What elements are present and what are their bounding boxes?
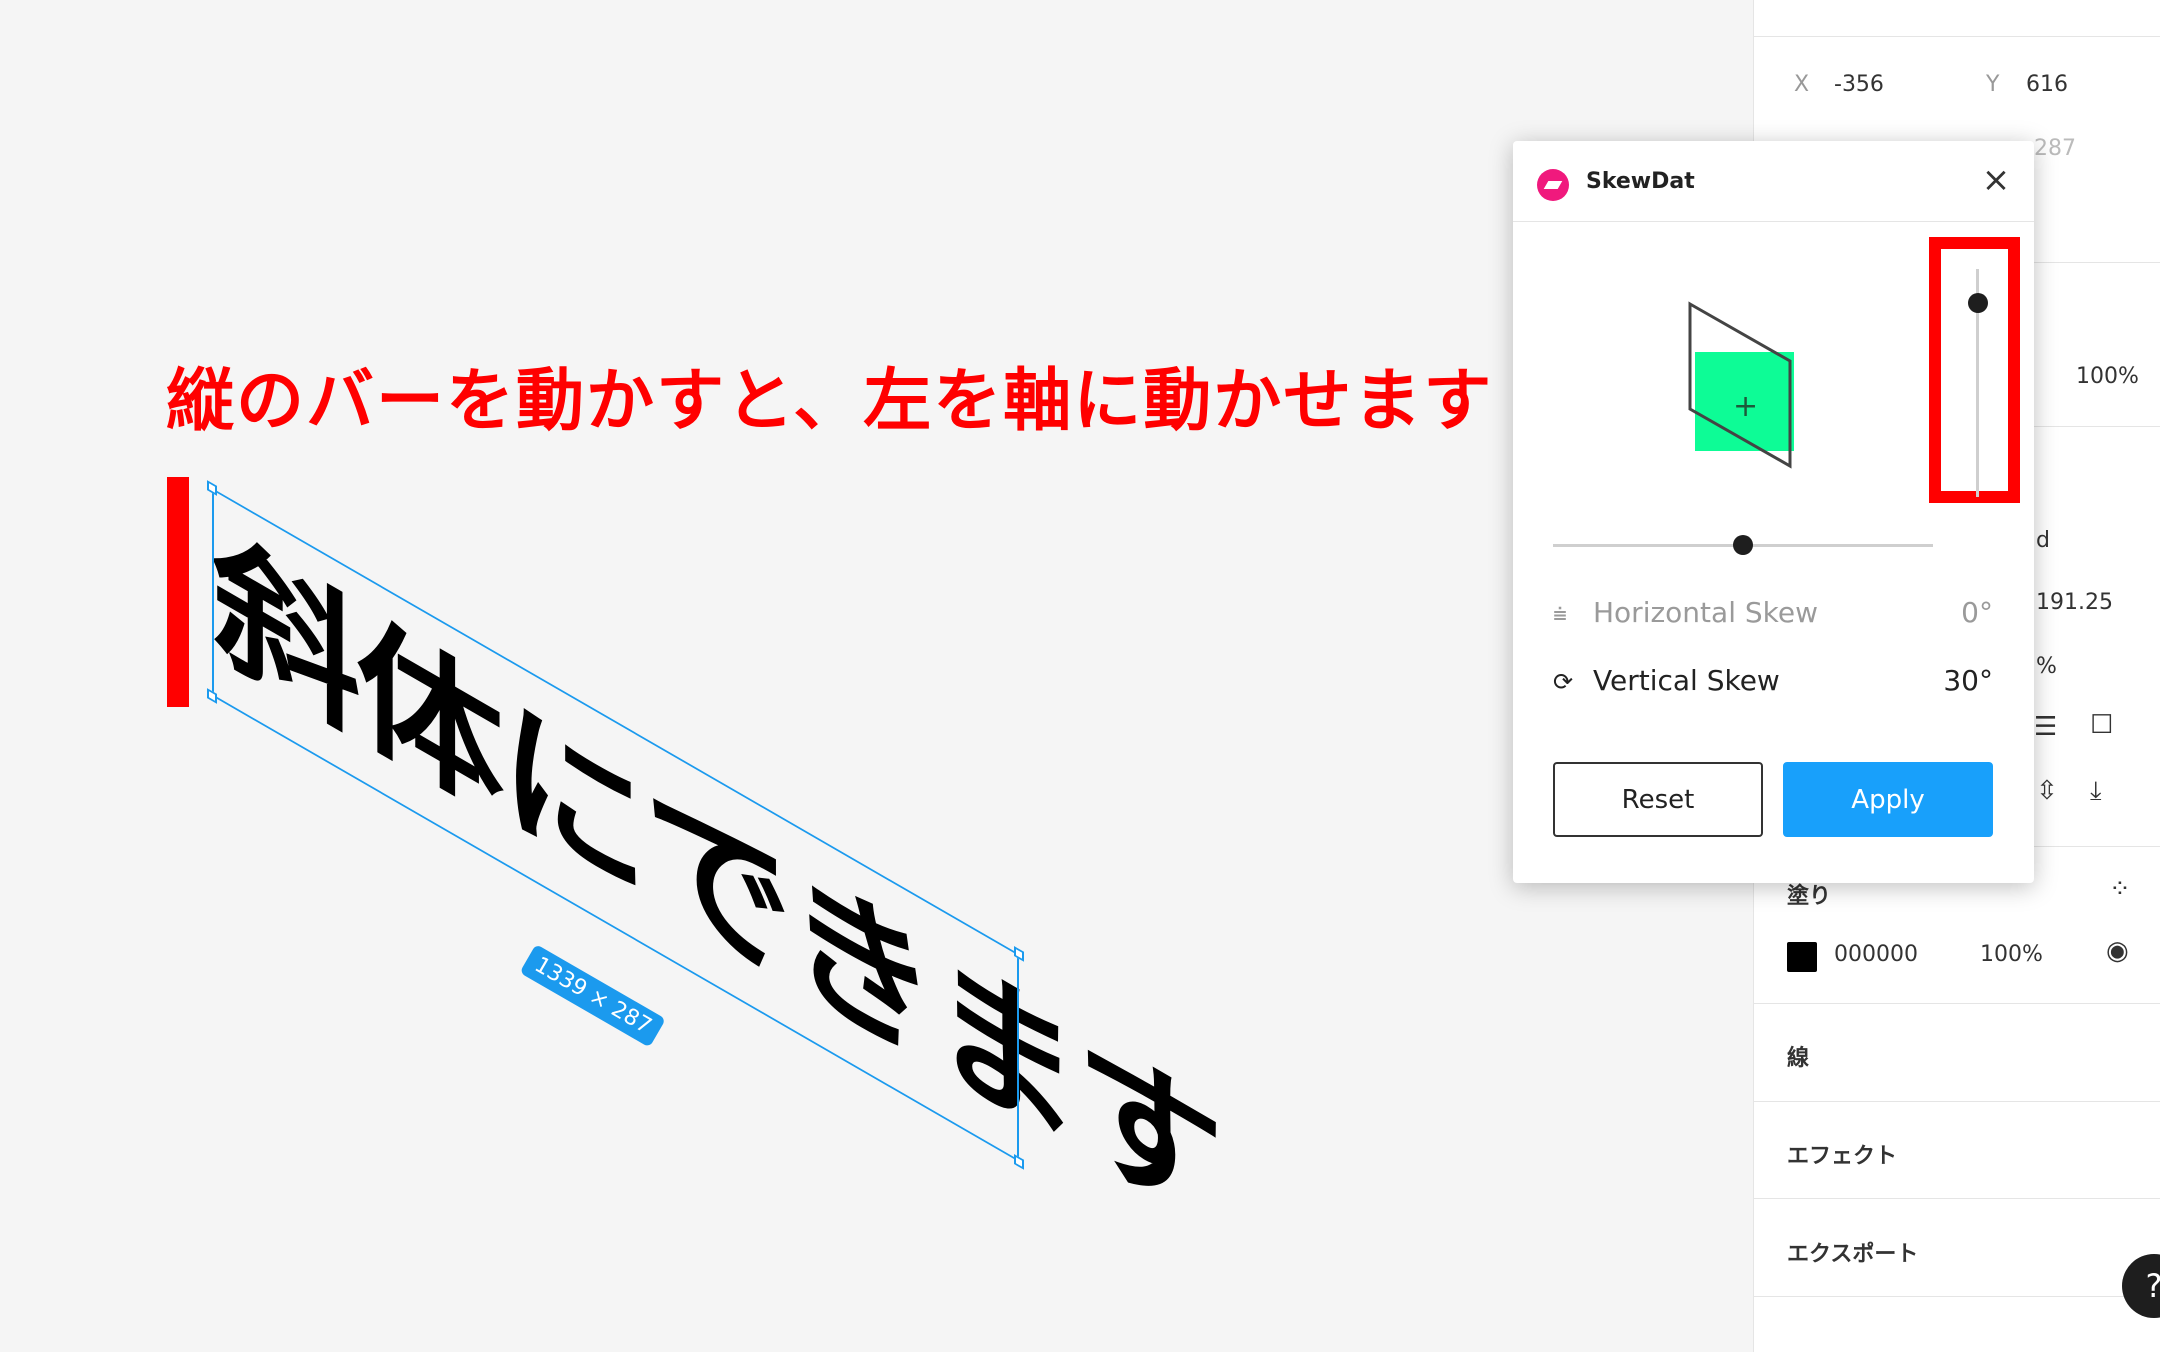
- annotation-text: 縦のバーを動かすと、左を軸に動かせます: [166, 362, 1494, 441]
- vertical-skew-icon: ⟳: [1553, 668, 1574, 696]
- resize-handle-top-left[interactable]: [207, 480, 217, 496]
- apply-button[interactable]: Apply: [1783, 762, 1993, 837]
- effects-section-title: エフェクト: [1787, 1144, 1898, 1169]
- style-grid-icon[interactable]: ⁘: [2109, 874, 2131, 904]
- dialog-title: SkewDat: [1586, 169, 1695, 194]
- text-align-icon[interactable]: ☰: [2034, 712, 2057, 742]
- height-value-partial[interactable]: 287: [2034, 136, 2076, 161]
- frame-icon[interactable]: ☐: [2090, 710, 2113, 740]
- panel-divider: [1754, 1003, 2160, 1004]
- line-height-partial[interactable]: 191.25: [2036, 590, 2113, 615]
- fill-color-swatch[interactable]: [1787, 942, 1817, 972]
- resize-handle-bottom-right[interactable]: [1014, 1154, 1024, 1170]
- skewdat-logo-icon: [1537, 169, 1569, 201]
- skew-outline: [1688, 301, 1792, 469]
- vertical-skew-slider-highlight: [1929, 237, 2020, 503]
- reset-button[interactable]: Reset: [1553, 762, 1763, 837]
- y-label: Y: [1986, 72, 2000, 97]
- panel-divider: [1754, 36, 2160, 37]
- horizontal-skew-label: Horizontal Skew: [1593, 596, 1818, 629]
- fill-hex-value[interactable]: 000000: [1834, 942, 1918, 967]
- layer-opacity[interactable]: 100%: [2076, 364, 2139, 389]
- x-label: X: [1794, 72, 1810, 97]
- vertical-skew-value: 30°: [1943, 664, 1993, 697]
- panel-divider: [1754, 1296, 2160, 1297]
- align-middle-icon[interactable]: ⇳: [2036, 776, 2058, 806]
- dialog-header: SkewDat ×: [1513, 141, 2034, 222]
- crosshair-icon: +: [1733, 389, 1759, 424]
- y-value[interactable]: 616: [2026, 72, 2068, 97]
- horizontal-skew-value: 0°: [1961, 596, 1993, 629]
- close-icon[interactable]: ×: [1979, 163, 2013, 197]
- skewdat-plugin-dialog: SkewDat × + ⩧ Horizontal Skew 0° ⟳ Verti…: [1513, 141, 2034, 883]
- horizontal-skew-icon: ⩧: [1553, 600, 1568, 628]
- export-section-title: エクスポート: [1787, 1242, 1919, 1267]
- font-weight-partial: d: [2036, 528, 2050, 553]
- stroke-section-title: 線: [1787, 1046, 1810, 1071]
- selection-bounds: [212, 488, 1019, 1162]
- vertical-skew-slider-knob[interactable]: [1968, 293, 1988, 314]
- red-marker: [167, 477, 189, 707]
- canvas[interactable]: 縦のバーを動かすと、左を軸に動かせます 斜体にできます 1339 × 287: [0, 0, 1753, 1352]
- selected-text-layer[interactable]: 斜体にできます: [207, 480, 1220, 1260]
- panel-divider: [1754, 1198, 2160, 1199]
- size-badge: 1339 × 287: [519, 944, 667, 1048]
- horizontal-skew-slider-knob[interactable]: [1733, 535, 1753, 555]
- visibility-eye-icon[interactable]: ◉: [2106, 936, 2129, 966]
- letter-spacing-partial[interactable]: %: [2036, 654, 2057, 679]
- vertical-skew-row: ⟳ Vertical Skew 30°: [1553, 664, 1993, 704]
- horizontal-skew-row: ⩧ Horizontal Skew 0°: [1553, 596, 1993, 636]
- fill-opacity-value[interactable]: 100%: [1980, 942, 2043, 967]
- vertical-skew-label: Vertical Skew: [1593, 664, 1780, 697]
- align-bottom-icon[interactable]: ⤓: [2090, 776, 2102, 807]
- panel-divider: [1754, 1101, 2160, 1102]
- x-value[interactable]: -356: [1834, 72, 1884, 97]
